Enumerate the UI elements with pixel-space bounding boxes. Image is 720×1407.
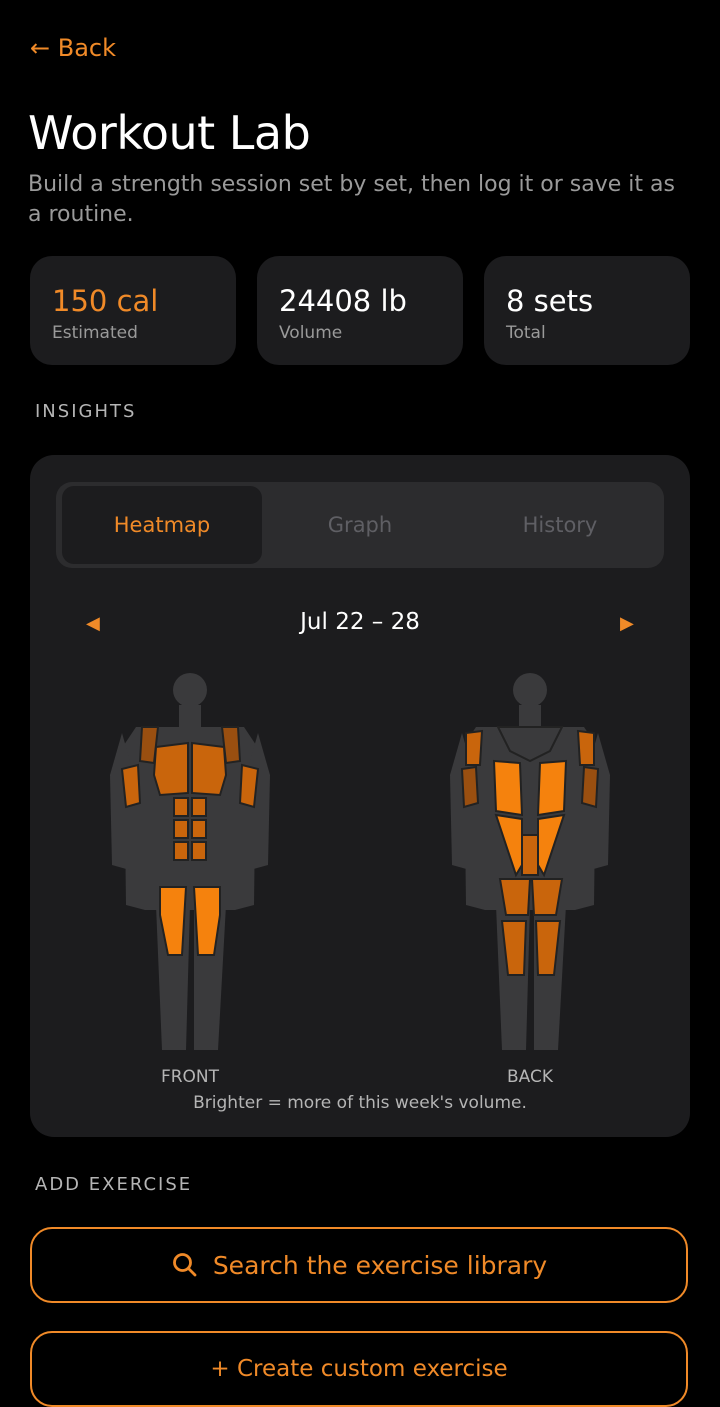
create-custom-exercise-button[interactable]: + Create custom exercise — [30, 1331, 688, 1407]
front-abs-1 — [173, 797, 189, 817]
stat-volume-label: Volume — [279, 323, 343, 343]
front-abs-4 — [191, 819, 207, 839]
tab-history[interactable]: History — [460, 486, 660, 564]
back-left-glute — [498, 878, 532, 916]
insights-section-label: INSIGHTS — [35, 401, 137, 422]
prev-week-icon[interactable]: ◀ — [86, 613, 100, 634]
back-left-upper-lat — [492, 759, 524, 817]
tab-graph[interactable]: Graph — [260, 486, 460, 564]
back-lower-back — [521, 834, 539, 876]
week-range-label: Jul 22 – 28 — [300, 609, 420, 635]
create-custom-exercise-label: + Create custom exercise — [210, 1356, 508, 1382]
search-library-button[interactable]: Search the exercise library — [30, 1227, 688, 1303]
muscle-heatmap — [110, 673, 610, 1050]
stat-sets-label: Total — [506, 323, 546, 343]
front-right-quad — [192, 886, 221, 956]
front-abs-2 — [191, 797, 207, 817]
add-exercise-section-label: ADD EXERCISE — [35, 1174, 193, 1195]
back-right-deltoid — [576, 729, 595, 766]
front-left-biceps — [120, 763, 142, 809]
front-neck — [179, 705, 201, 727]
back-right-upper-lat — [536, 759, 568, 817]
back-link[interactable]: ← Back — [30, 34, 116, 62]
back-head — [513, 673, 547, 707]
insights-card: Heatmap Graph History Jul 22 – 28 ◀ ▶ FR… — [30, 455, 690, 1137]
search-icon — [172, 1253, 197, 1277]
stat-sets-value: 8 sets — [506, 284, 594, 318]
heatmap-legend: Brighter = more of this week's volume. — [193, 1093, 527, 1113]
back-left-triceps — [460, 765, 480, 809]
front-left-pec — [152, 741, 189, 797]
tab-heatmap[interactable]: Heatmap — [62, 486, 262, 564]
stat-volume-value: 24408 lb — [279, 284, 407, 318]
stat-calories-value: 150 cal — [52, 284, 159, 318]
insights-tab-bar: Heatmap Graph History — [56, 482, 664, 568]
front-body-figure — [110, 673, 270, 1050]
front-right-biceps — [238, 763, 260, 809]
back-neck — [519, 705, 541, 727]
back-left-deltoid — [465, 729, 484, 766]
back-label: BACK — [506, 1067, 553, 1087]
back-right-glute — [530, 878, 564, 916]
stat-calories-label: Estimated — [52, 323, 138, 343]
front-abs-5 — [173, 841, 189, 861]
next-week-icon[interactable]: ▶ — [620, 613, 634, 634]
page-subtitle: Build a strength session set by set, the… — [28, 172, 675, 227]
stat-calories: 150 cal Estimated — [30, 256, 236, 365]
back-body-figure — [450, 673, 610, 1050]
stat-volume: 24408 lb Volume — [257, 256, 463, 365]
search-library-label: Search the exercise library — [212, 1250, 548, 1280]
front-abs-3 — [173, 819, 189, 839]
stat-sets: 8 sets Total — [484, 256, 690, 365]
front-label: FRONT — [160, 1067, 220, 1087]
front-head — [173, 673, 207, 707]
front-abs-6 — [191, 841, 207, 861]
page-title: Workout Lab — [28, 106, 311, 160]
back-right-triceps — [580, 765, 600, 809]
front-right-pec — [191, 741, 228, 797]
